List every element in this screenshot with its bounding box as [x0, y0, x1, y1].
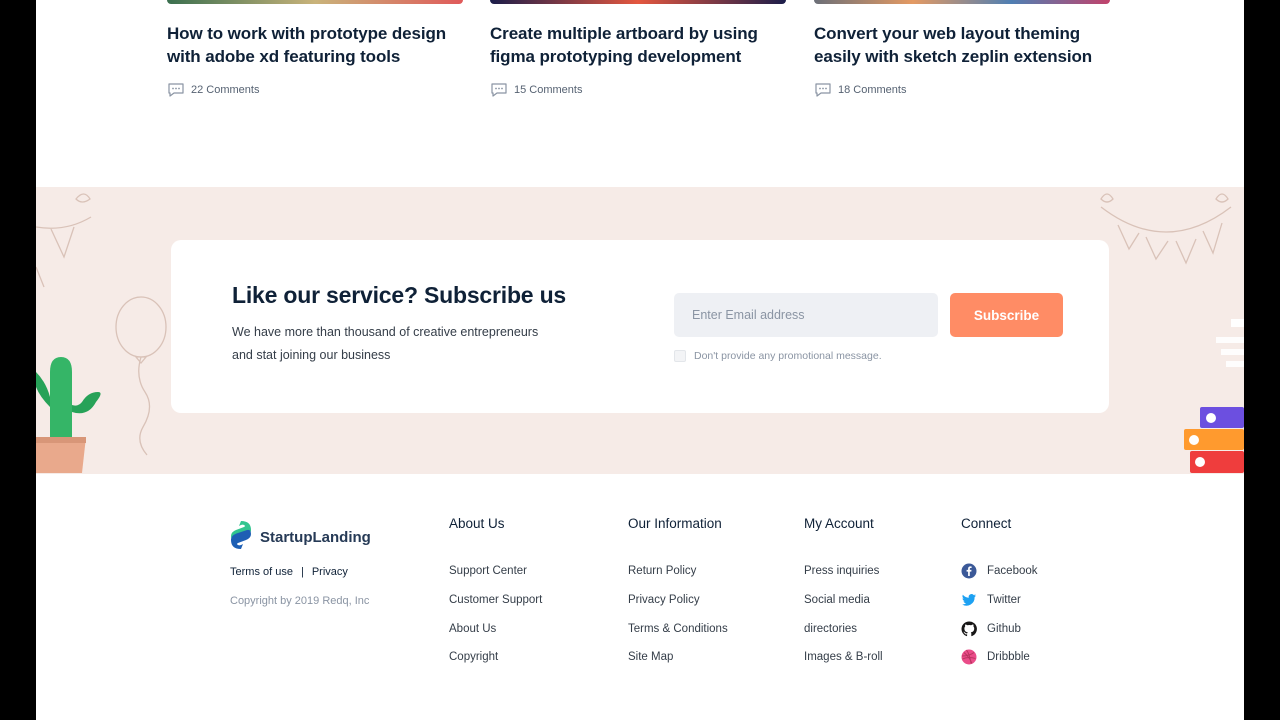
- footer-column-title: About Us: [449, 516, 505, 531]
- brand-name: StartupLanding: [260, 529, 371, 546]
- footer-column-title: My Account: [804, 516, 874, 531]
- promo-checkbox[interactable]: [674, 350, 686, 362]
- comment-count: 18 Comments: [814, 82, 1110, 98]
- social-link-label: Twitter: [987, 594, 1021, 607]
- social-link-dribbble[interactable]: Dribbble: [961, 643, 1038, 672]
- email-input[interactable]: [674, 293, 938, 337]
- footer-link[interactable]: Site Map: [628, 643, 728, 672]
- footer-column-about: About Us Support Center Customer Support…: [449, 516, 542, 672]
- footer-link[interactable]: Copyright: [449, 643, 542, 672]
- footer-link[interactable]: Terms & Conditions: [628, 614, 728, 643]
- footer-link[interactable]: directories: [804, 614, 883, 643]
- footer: StartupLanding Terms of use | Privacy Co…: [36, 474, 1244, 720]
- footer-column-title: Connect: [961, 516, 1012, 531]
- footer-link[interactable]: Return Policy: [628, 557, 728, 586]
- comment-count-label: 22 Comments: [191, 84, 260, 96]
- subscribe-section: Like our service? Subscribe us We have m…: [36, 187, 1244, 474]
- promo-checkbox-label: Don't provide any promotional message.: [694, 350, 882, 362]
- subscribe-button[interactable]: Subscribe: [950, 293, 1063, 337]
- social-link-label: Dribbble: [987, 651, 1030, 664]
- logo-icon: [230, 520, 252, 555]
- social-link-label: Github: [987, 622, 1021, 635]
- subscribe-card: Like our service? Subscribe us We have m…: [171, 240, 1109, 413]
- blog-card[interactable]: Convert your web layout theming easily w…: [814, 0, 1110, 98]
- footer-link[interactable]: About Us: [449, 614, 542, 643]
- footer-link[interactable]: Support Center: [449, 557, 542, 586]
- dribbble-icon: [961, 649, 977, 665]
- footer-column-connect: Connect Facebook Twitter Github Dribbble: [961, 516, 1038, 672]
- footer-link[interactable]: Press inquiries: [804, 557, 883, 586]
- footer-column-account: My Account Press inquiries Social media …: [804, 516, 883, 672]
- terms-link[interactable]: Terms of use: [230, 566, 293, 578]
- page: How to work with prototype design with a…: [36, 0, 1244, 720]
- blog-title[interactable]: Create multiple artboard by using figma …: [490, 22, 786, 68]
- comment-icon: [167, 82, 185, 98]
- blog-thumbnail[interactable]: [490, 0, 786, 4]
- social-link-facebook[interactable]: Facebook: [961, 557, 1038, 586]
- social-link-github[interactable]: Github: [961, 614, 1038, 643]
- footer-link[interactable]: Social media: [804, 586, 883, 615]
- footer-link[interactable]: Customer Support: [449, 586, 542, 615]
- blog-card[interactable]: How to work with prototype design with a…: [167, 0, 463, 98]
- comment-count: 15 Comments: [490, 82, 786, 98]
- comment-icon: [814, 82, 832, 98]
- blog-card[interactable]: Create multiple artboard by using figma …: [490, 0, 786, 98]
- subscribe-description: We have more than thousand of creative e…: [232, 325, 539, 362]
- legal-links: Terms of use | Privacy: [230, 566, 348, 578]
- social-link-twitter[interactable]: Twitter: [961, 586, 1038, 615]
- blog-title[interactable]: Convert your web layout theming easily w…: [814, 22, 1110, 68]
- github-icon: [961, 621, 977, 637]
- footer-link[interactable]: Images & B-roll: [804, 643, 883, 672]
- comment-icon: [490, 82, 508, 98]
- blog-thumbnail[interactable]: [814, 0, 1110, 4]
- copyright-text: Copyright by 2019 Redq, Inc: [230, 595, 370, 607]
- legal-separator: |: [300, 566, 304, 578]
- social-link-label: Facebook: [987, 565, 1038, 578]
- blog-thumbnail[interactable]: [167, 0, 463, 4]
- brand-logo[interactable]: StartupLanding: [230, 520, 371, 555]
- footer-column-information: Our Information Return Policy Privacy Po…: [628, 516, 728, 672]
- comment-count: 22 Comments: [167, 82, 463, 98]
- privacy-link[interactable]: Privacy: [312, 566, 348, 578]
- footer-link[interactable]: Privacy Policy: [628, 586, 728, 615]
- blog-title[interactable]: How to work with prototype design with a…: [167, 22, 463, 68]
- twitter-icon: [961, 592, 977, 608]
- comment-count-label: 15 Comments: [514, 84, 583, 96]
- comment-count-label: 18 Comments: [838, 84, 907, 96]
- subscribe-title: Like our service? Subscribe us: [232, 282, 567, 308]
- footer-column-title: Our Information: [628, 516, 722, 531]
- promo-opt-out[interactable]: Don't provide any promotional message.: [674, 350, 882, 362]
- facebook-icon: [961, 563, 977, 579]
